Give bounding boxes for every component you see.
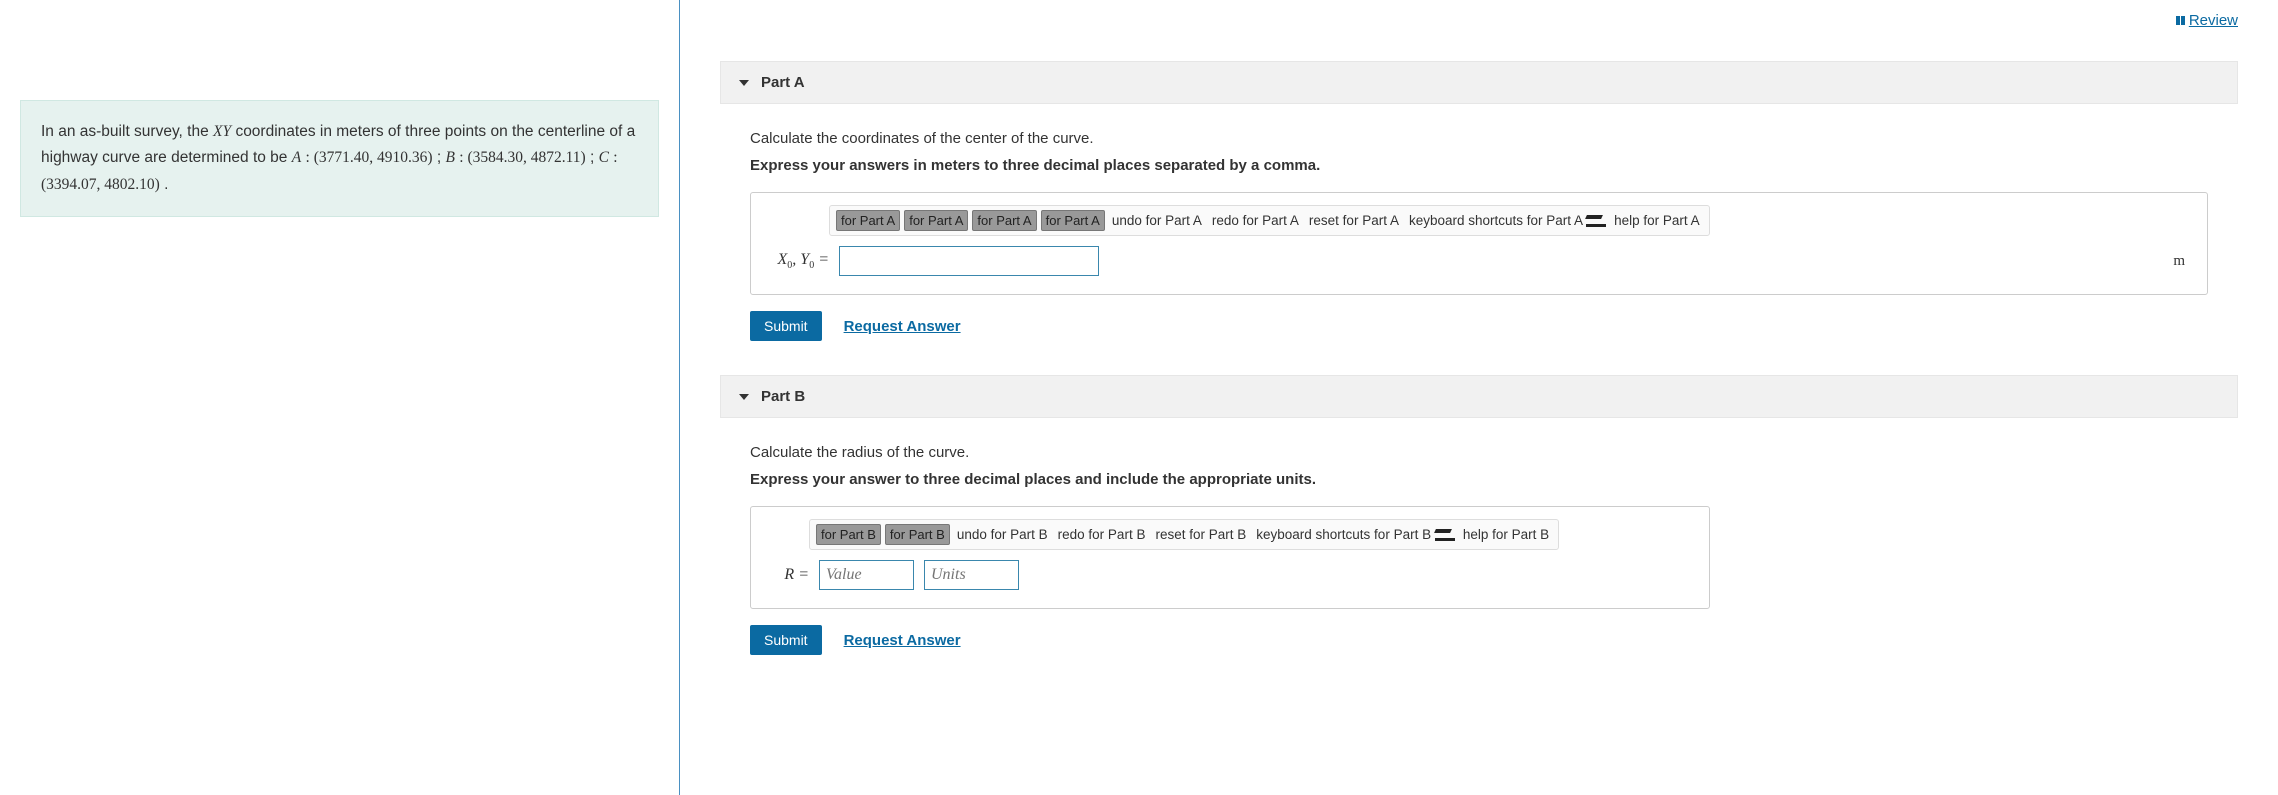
point-a-coords: (3771.40, 4910.36): [314, 149, 433, 166]
problem-tail: .: [164, 176, 168, 193]
help-button[interactable]: help for Part B: [1460, 525, 1552, 544]
collapse-icon[interactable]: [739, 80, 749, 86]
part-a-toolbar: for Part A for Part A for Part A for Par…: [829, 205, 1710, 236]
problem-text: In an as-built survey, the: [41, 123, 213, 140]
redo-button[interactable]: redo for Part B: [1055, 525, 1149, 544]
review-icon: [2176, 16, 2185, 25]
answer-panel: Review Part A Calculate the coordinates …: [680, 0, 2278, 795]
tool-templates-button[interactable]: for Part A: [836, 210, 900, 231]
tool-vectors-button[interactable]: for Part A: [972, 210, 1036, 231]
keyboard-icon: [1435, 529, 1453, 541]
separator: ;: [590, 149, 599, 166]
colon: :: [306, 149, 314, 166]
tool-templates-button[interactable]: for Part B: [816, 524, 881, 545]
undo-button[interactable]: undo for Part A: [1109, 211, 1205, 230]
part-b-variable-label: R =: [769, 566, 809, 584]
tool-symbols-button[interactable]: for Part A: [904, 210, 968, 231]
part-a-submit-button[interactable]: Submit: [750, 311, 822, 341]
problem-statement: In an as-built survey, the XY coordinate…: [20, 100, 659, 217]
keyboard-shortcuts-button[interactable]: keyboard shortcuts for Part B: [1253, 525, 1456, 544]
keyboard-label: keyboard shortcuts for Part B: [1256, 527, 1431, 542]
colon: :: [613, 149, 617, 166]
part-b-toolbar: for Part B for Part B undo for Part B re…: [809, 519, 1559, 550]
point-c-label: C: [599, 149, 609, 166]
part-a-unit: m: [2173, 253, 2189, 270]
keyboard-shortcuts-button[interactable]: keyboard shortcuts for Part A: [1406, 211, 1607, 230]
tool-greek-button[interactable]: for Part A: [1041, 210, 1105, 231]
part-a-header: Part A: [720, 61, 2238, 104]
keyboard-label: keyboard shortcuts for Part A: [1409, 213, 1582, 228]
redo-button[interactable]: redo for Part A: [1209, 211, 1302, 230]
part-a-body: Calculate the coordinates of the center …: [720, 104, 2238, 351]
part-b-units-input[interactable]: [924, 560, 1019, 590]
keyboard-icon: [1586, 215, 1604, 227]
part-b-request-answer-link[interactable]: Request Answer: [844, 632, 961, 649]
part-b-value-input[interactable]: [819, 560, 914, 590]
part-a-request-answer-link[interactable]: Request Answer: [844, 318, 961, 335]
part-a-instruction: Calculate the coordinates of the center …: [750, 130, 2208, 147]
review-link[interactable]: Review: [2176, 12, 2238, 29]
part-b-title: Part B: [761, 388, 805, 405]
part-a-variable-label: X0, Y0 =: [769, 251, 829, 271]
undo-button[interactable]: undo for Part B: [954, 525, 1051, 544]
point-b-label: B: [445, 149, 454, 166]
part-b-format: Express your answer to three decimal pla…: [750, 471, 2208, 488]
problem-panel: In an as-built survey, the XY coordinate…: [0, 0, 680, 795]
part-b-submit-button[interactable]: Submit: [750, 625, 822, 655]
part-b-body: Calculate the radius of the curve. Expre…: [720, 418, 2238, 665]
reset-button[interactable]: reset for Part B: [1152, 525, 1249, 544]
xy-symbol: XY: [213, 123, 231, 140]
part-b-instruction: Calculate the radius of the curve.: [750, 444, 2208, 461]
point-a-label: A: [292, 149, 301, 166]
part-a-format: Express your answers in meters to three …: [750, 157, 2208, 174]
help-button[interactable]: help for Part A: [1611, 211, 1703, 230]
part-b-header: Part B: [720, 375, 2238, 418]
part-a-answer-input[interactable]: [839, 246, 1099, 276]
part-a-title: Part A: [761, 74, 805, 91]
tool-symbols-button[interactable]: for Part B: [885, 524, 950, 545]
review-label: Review: [2189, 12, 2238, 29]
point-b-coords: (3584.30, 4872.11): [467, 149, 585, 166]
part-b-answer-box: for Part B for Part B undo for Part B re…: [750, 506, 1710, 609]
reset-button[interactable]: reset for Part A: [1306, 211, 1402, 230]
part-a-answer-box: for Part A for Part A for Part A for Par…: [750, 192, 2208, 295]
collapse-icon[interactable]: [739, 394, 749, 400]
point-c-coords: (3394.07, 4802.10): [41, 176, 160, 193]
